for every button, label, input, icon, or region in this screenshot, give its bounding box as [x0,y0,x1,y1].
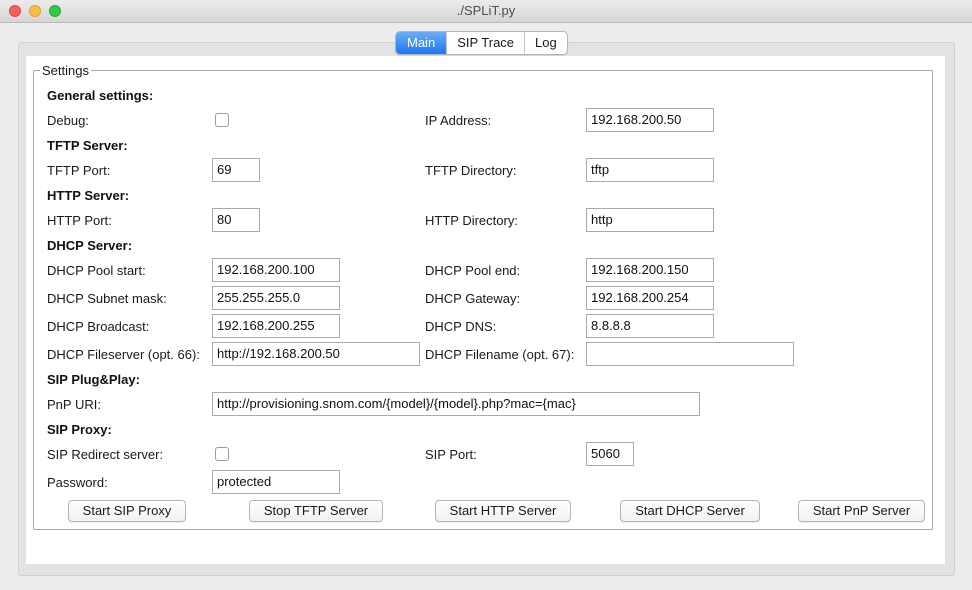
tab-log[interactable]: Log [524,32,567,54]
debug-checkbox[interactable] [215,113,229,127]
dhcp-fileserver-label: DHCP Fileserver (opt. 66): [47,347,200,362]
dhcp-subnet-mask-input[interactable]: 255.255.255.0 [212,286,340,310]
settings-legend: Settings [42,63,89,78]
dhcp-gateway-label: DHCP Gateway: [425,291,521,306]
http-directory-input[interactable]: http [586,208,714,232]
dhcp-dns-label: DHCP DNS: [425,319,497,334]
tftp-directory-input[interactable]: tftp [586,158,714,182]
sip-redirect-server-label: SIP Redirect server: [47,447,164,462]
dhcp-server-header: DHCP Server: [47,238,133,253]
start-pnp-server-button[interactable]: Start PnP Server [798,500,925,522]
dhcp-subnet-mask-label: DHCP Subnet mask: [47,291,167,306]
dhcp-pool-start-input[interactable]: 192.168.200.100 [212,258,340,282]
sip-plug-and-play-header: SIP Plug&Play: [47,372,140,387]
pnp-uri-input[interactable]: http://provisioning.snom.com/{model}/{mo… [212,392,700,416]
dhcp-broadcast-input[interactable]: 192.168.200.255 [212,314,340,338]
dhcp-filename-input[interactable] [586,342,794,366]
pnp-uri-label: PnP URI: [47,397,101,412]
tftp-directory-label: TFTP Directory: [425,163,517,178]
ip-address-input[interactable]: 192.168.200.50 [586,108,714,132]
dhcp-broadcast-label: DHCP Broadcast: [47,319,150,334]
dhcp-pool-start-label: DHCP Pool start: [47,263,146,278]
dhcp-pool-end-input[interactable]: 192.168.200.150 [586,258,714,282]
dhcp-filename-label: DHCP Filename (opt. 67): [425,347,575,362]
general-settings-header: General settings: [47,88,154,103]
debug-label: Debug: [47,113,89,128]
tab-bar: Main SIP Trace Log [395,31,568,55]
http-server-header: HTTP Server: [47,188,130,203]
tab-main[interactable]: Main [396,32,447,54]
password-label: Password: [47,475,108,490]
sip-port-label: SIP Port: [425,447,477,462]
http-port-input[interactable]: 80 [212,208,260,232]
window-title: ./SPLiT.py [456,3,516,18]
http-port-label: HTTP Port: [47,213,112,228]
dhcp-dns-input[interactable]: 8.8.8.8 [586,314,714,338]
dhcp-gateway-input[interactable]: 192.168.200.254 [586,286,714,310]
tftp-port-input[interactable]: 69 [212,158,260,182]
dhcp-pool-end-label: DHCP Pool end: [425,263,521,278]
tftp-port-label: TFTP Port: [47,163,111,178]
sip-redirect-server-checkbox[interactable] [215,447,229,461]
window-titlebar: ./SPLiT.py [0,0,972,23]
start-http-server-button[interactable]: Start HTTP Server [435,500,571,522]
sip-proxy-header: SIP Proxy: [47,422,112,437]
sip-port-input[interactable]: 5060 [586,442,634,466]
tftp-server-header: TFTP Server: [47,138,128,153]
ip-address-label: IP Address: [425,113,492,128]
start-dhcp-server-button[interactable]: Start DHCP Server [620,500,760,522]
stop-tftp-server-button[interactable]: Stop TFTP Server [249,500,383,522]
dhcp-fileserver-input[interactable]: http://192.168.200.50 [212,342,420,366]
password-input[interactable]: protected [212,470,340,494]
http-directory-label: HTTP Directory: [425,213,518,228]
start-sip-proxy-button[interactable]: Start SIP Proxy [68,500,186,522]
tab-sip-trace[interactable]: SIP Trace [446,32,524,54]
